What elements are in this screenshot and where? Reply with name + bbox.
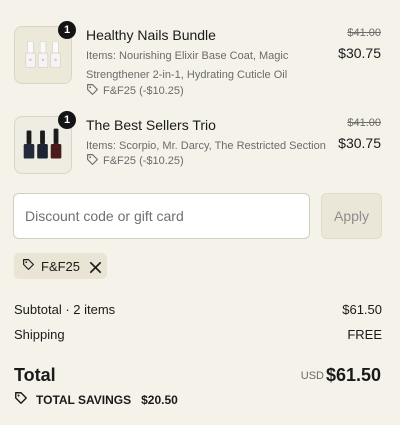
currency-code: USD <box>300 370 324 382</box>
tag-icon <box>86 83 99 99</box>
item-discount: F&F25 (-$10.25) <box>86 83 184 99</box>
applied-discount-chip: F&F25 <box>14 253 108 279</box>
subtotal-label: Subtotal · 2 items <box>14 302 116 317</box>
product-price: $30.75 <box>338 135 381 151</box>
tag-icon <box>86 153 99 169</box>
discount-code-input[interactable] <box>13 193 310 239</box>
product-name: The Best Sellers Trio <box>86 117 216 133</box>
subtotal-row: Subtotal · 2 items $61.50 <box>14 302 382 317</box>
savings-value: $20.50 <box>141 392 178 407</box>
total-savings: TOTAL SAVINGS $20.50 <box>14 391 178 408</box>
item-discount: F&F25 (-$10.25) <box>86 153 184 169</box>
shipping-row: Shipping FREE <box>14 327 382 342</box>
apply-button[interactable]: Apply <box>321 193 382 239</box>
total-label: Total <box>14 365 56 385</box>
cart-item: 1 Healthy Nails Bundle Items: Nourishing… <box>0 18 400 98</box>
quantity-badge: 1 <box>58 111 76 129</box>
product-price: $30.75 <box>338 45 381 61</box>
original-price: $41.00 <box>347 117 381 129</box>
product-name: Healthy Nails Bundle <box>86 27 216 43</box>
original-price: $41.00 <box>347 27 381 39</box>
quantity-badge: 1 <box>58 21 76 39</box>
item-discount-label: F&F25 (-$10.25) <box>103 155 184 167</box>
cart-item: 1 The Best Sellers Trio Items: Scorpio, … <box>0 108 400 188</box>
tag-icon <box>22 258 35 274</box>
tag-icon <box>14 391 28 408</box>
close-icon[interactable] <box>89 261 102 274</box>
item-discount-label: F&F25 (-$10.25) <box>103 85 184 97</box>
shipping-value: FREE <box>347 327 382 342</box>
subtotal-value: $61.50 <box>342 302 382 317</box>
total-value: $61.50 <box>325 365 381 385</box>
savings-label: TOTAL SAVINGS <box>36 392 132 407</box>
applied-code-label: F&F25 <box>41 258 81 274</box>
product-description: Items: Nourishing Elixir Base Coat, Magi… <box>86 50 289 81</box>
shipping-label: Shipping <box>14 327 65 342</box>
